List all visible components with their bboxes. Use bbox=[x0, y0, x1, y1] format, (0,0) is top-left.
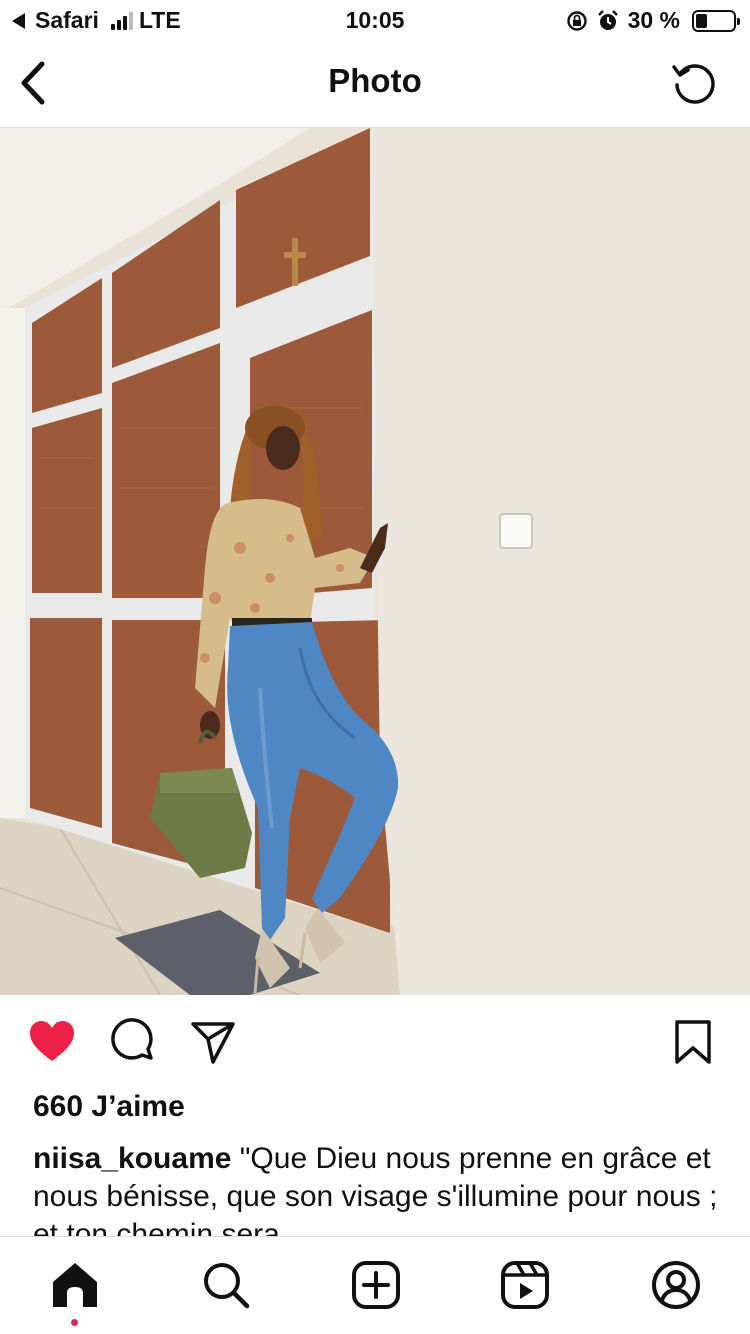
comment-icon[interactable] bbox=[108, 1017, 158, 1067]
bookmark-icon[interactable] bbox=[668, 1017, 718, 1067]
battery-percent: 30 % bbox=[627, 7, 680, 33]
profile-icon[interactable] bbox=[650, 1259, 702, 1311]
post-actions bbox=[0, 995, 750, 1091]
alarm-icon bbox=[597, 9, 618, 30]
status-right: 30 % bbox=[566, 7, 740, 34]
like-count[interactable]: 660 J’aime bbox=[33, 1090, 185, 1124]
status-bar: Safari LTE 10:05 30 % bbox=[0, 0, 750, 40]
battery-icon bbox=[692, 9, 740, 32]
reels-icon[interactable] bbox=[499, 1259, 551, 1311]
battery-level bbox=[696, 13, 707, 28]
page-title: Photo bbox=[328, 62, 422, 99]
search-icon[interactable] bbox=[200, 1259, 252, 1311]
new-post-icon[interactable] bbox=[350, 1259, 402, 1311]
home-icon[interactable] bbox=[49, 1259, 101, 1311]
heart-filled-icon[interactable] bbox=[27, 1017, 77, 1067]
nav-header: Photo bbox=[0, 40, 750, 128]
post-image bbox=[0, 128, 750, 995]
refresh-icon[interactable] bbox=[670, 58, 720, 108]
rotation-lock-icon bbox=[566, 10, 587, 31]
post-photo[interactable] bbox=[0, 128, 750, 995]
share-icon[interactable] bbox=[188, 1017, 238, 1067]
caption-username[interactable]: niisa_kouame bbox=[33, 1142, 231, 1175]
post-caption[interactable]: niisa_kouame "Que Dieu nous prenne en gr… bbox=[33, 1140, 723, 1240]
bottom-tab-bar bbox=[0, 1236, 750, 1334]
active-tab-dot bbox=[71, 1319, 78, 1326]
